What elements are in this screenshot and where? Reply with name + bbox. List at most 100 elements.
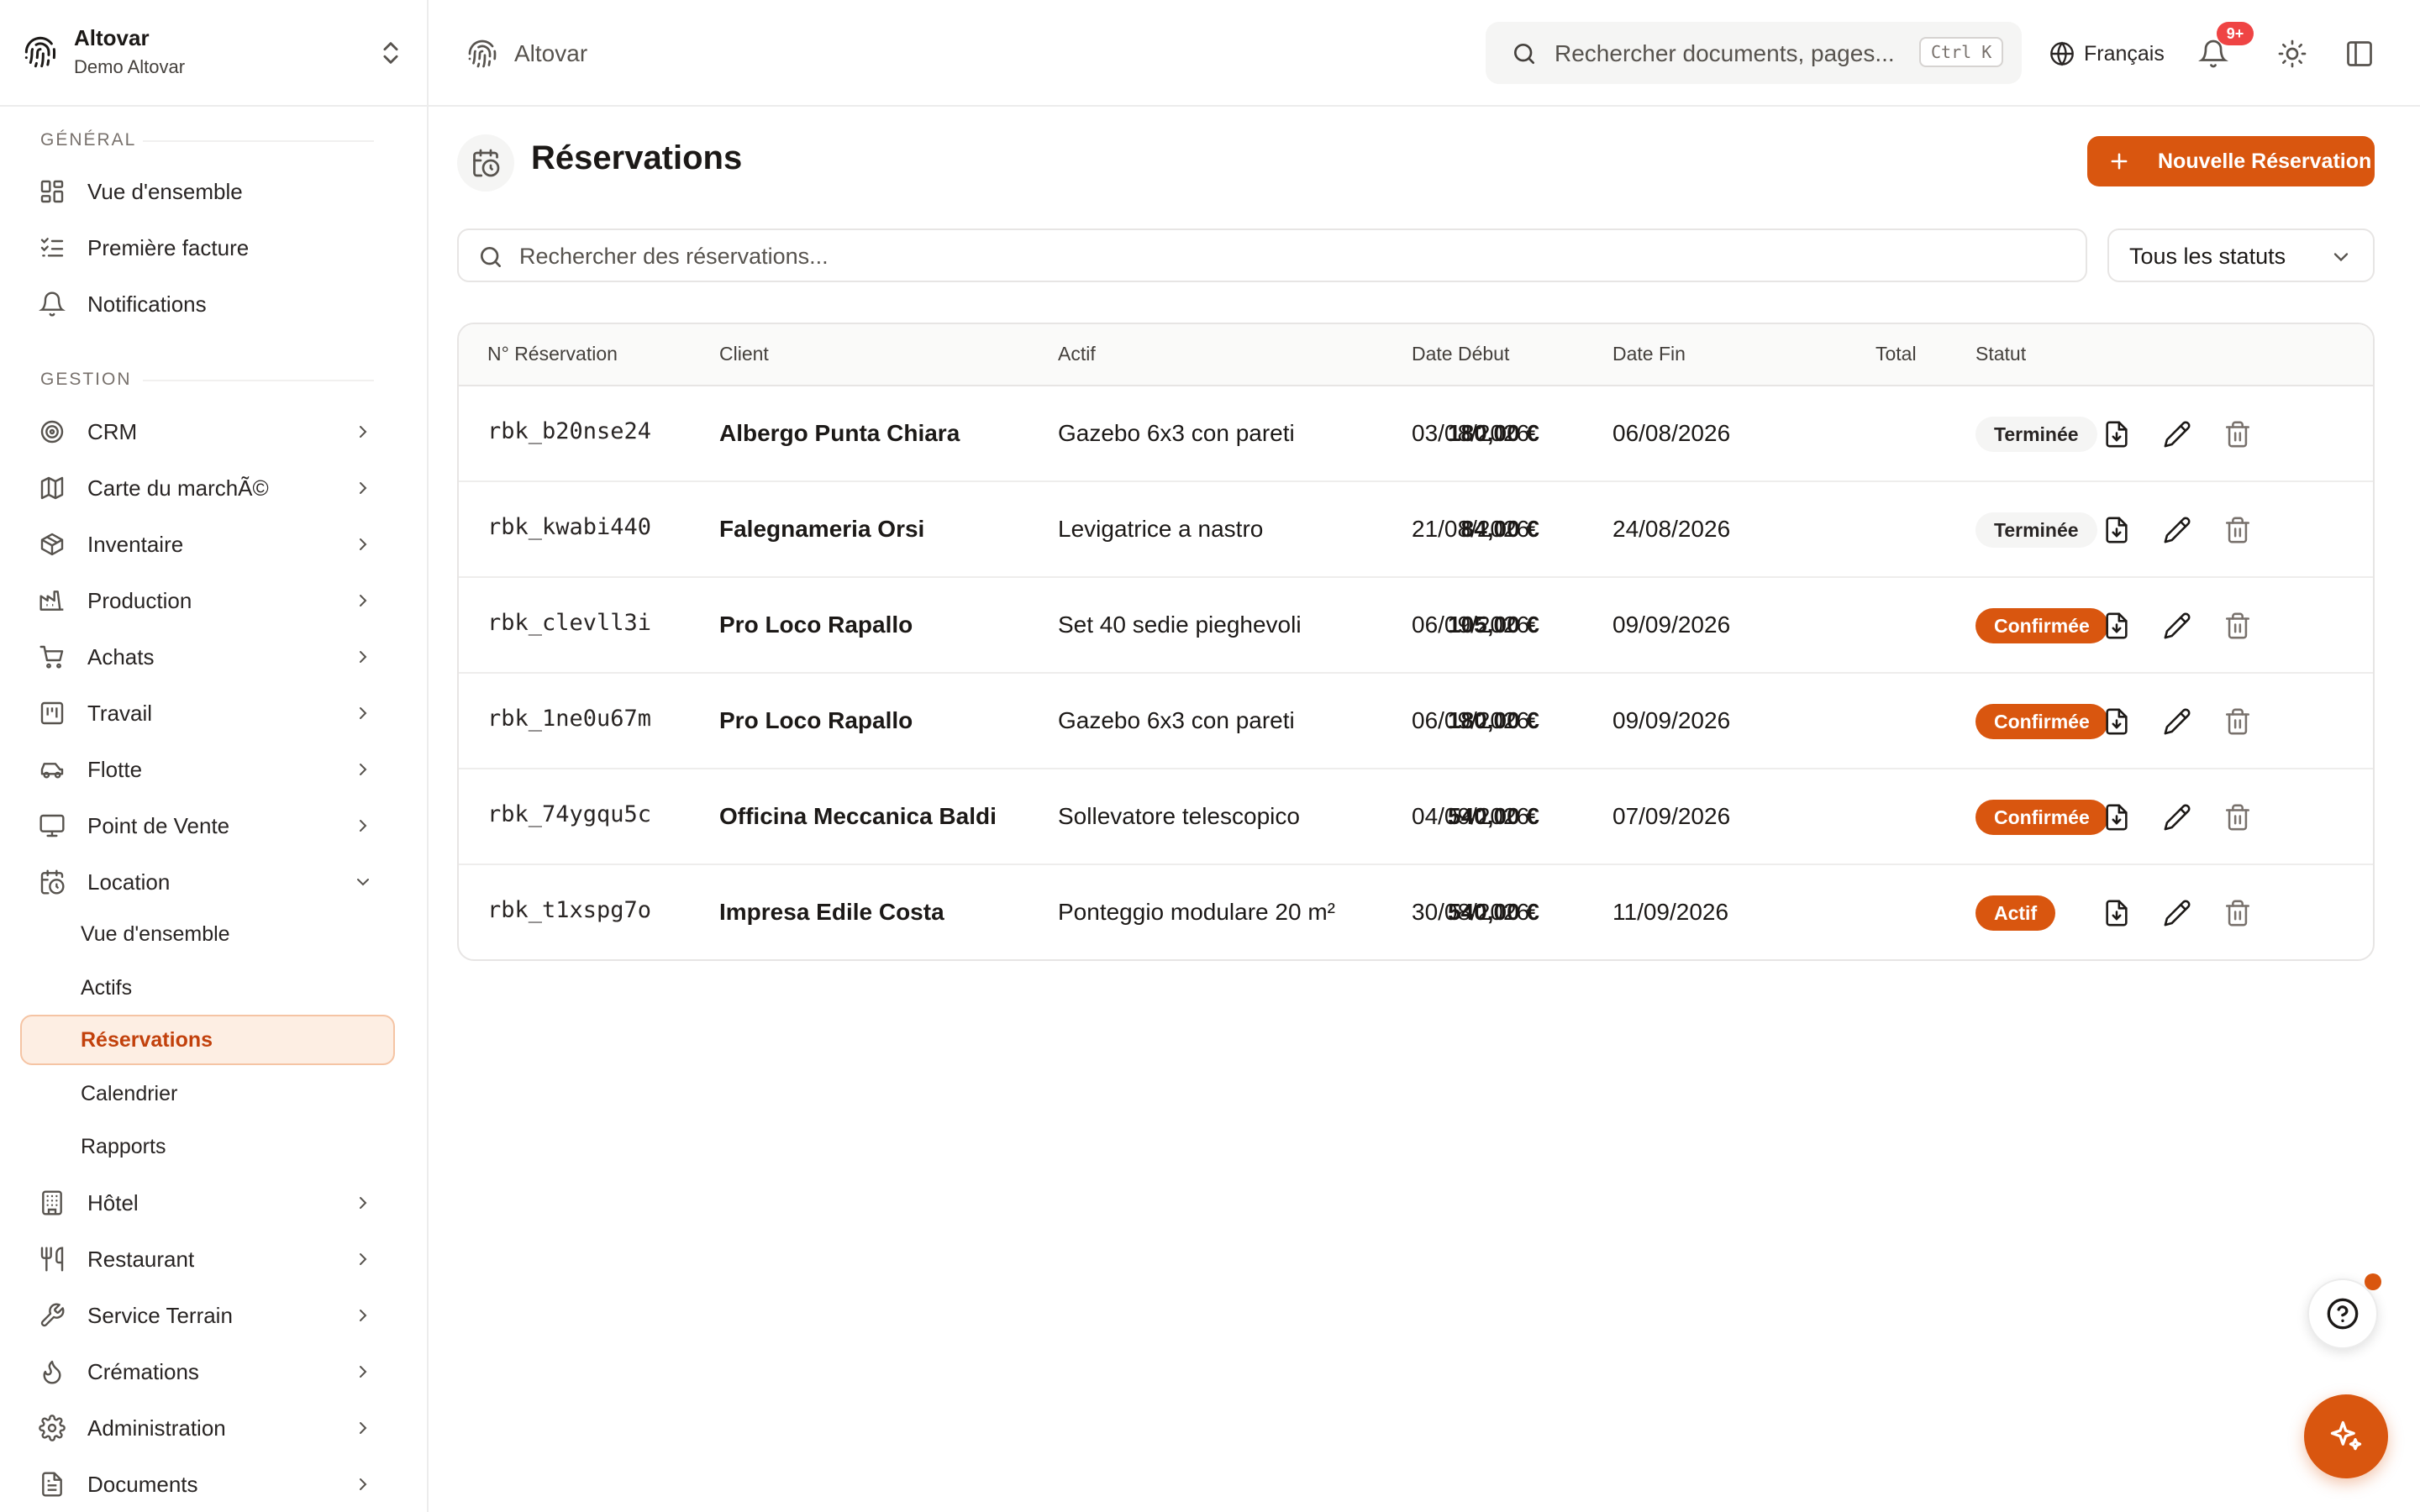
sidebar-item-restaurant[interactable]: Restaurant <box>20 1233 395 1285</box>
column-header-total[interactable]: Total <box>1876 343 1917 365</box>
pencil-icon[interactable] <box>2163 803 2191 832</box>
sidebar-subitem-label: Actifs <box>81 976 133 1000</box>
box-icon <box>39 531 66 558</box>
sidebar-item-point-of-sale[interactable]: Point de Vente <box>20 800 395 852</box>
trash-icon[interactable] <box>2223 803 2252 832</box>
table-row[interactable]: rbk_b20nse24 Albergo Punta Chiara Gazebo… <box>459 386 2373 482</box>
column-header-number[interactable]: N° Réservation <box>487 343 618 365</box>
status-badge: Terminée <box>1975 417 2097 452</box>
workspace-switcher[interactable]: Altovar Demo Altovar <box>0 0 427 107</box>
sidebar-item-production[interactable]: Production <box>20 575 395 627</box>
table-row[interactable]: rbk_74ygqu5c Officina Meccanica Baldi So… <box>459 769 2373 865</box>
cell-client: Officina Meccanica Baldi <box>719 803 997 829</box>
sidebar-item-crm[interactable]: CRM <box>20 406 395 458</box>
file-download-icon[interactable] <box>2102 612 2131 640</box>
pencil-icon[interactable] <box>2163 612 2191 640</box>
sidebar-item-work[interactable]: Travail <box>20 687 395 739</box>
sidebar-subitem-reservations[interactable]: Réservations <box>20 1015 395 1065</box>
reservations-search-input[interactable] <box>519 240 2032 272</box>
cell-asset: Ponteggio modulare 20 m² <box>1058 899 1335 925</box>
file-download-icon[interactable] <box>2102 707 2131 736</box>
pencil-icon[interactable] <box>2163 420 2191 449</box>
sidebar-item-location[interactable]: Location <box>20 856 395 908</box>
car-icon <box>39 756 66 783</box>
page-title: Réservations <box>531 139 743 176</box>
status-badge: Terminée <box>1975 512 2097 548</box>
new-reservation-button[interactable]: Nouvelle Réservation <box>2087 136 2375 186</box>
ai-assistant-button[interactable] <box>2304 1394 2388 1478</box>
cell-end-date: 09/09/2026 <box>1612 707 1731 733</box>
sun-icon[interactable] <box>2277 39 2307 69</box>
trash-icon[interactable] <box>2223 707 2252 736</box>
cell-end-date: 09/09/2026 <box>1612 612 1731 638</box>
file-download-icon[interactable] <box>2102 420 2131 449</box>
cell-asset: Gazebo 6x3 con pareti <box>1058 420 1295 446</box>
file-download-icon[interactable] <box>2102 516 2131 544</box>
sidebar-item-inventory[interactable]: Inventaire <box>20 518 395 570</box>
sidebar-item-notifications[interactable]: Notifications <box>20 278 395 330</box>
sidebar-item-hotel[interactable]: Hôtel <box>20 1177 395 1229</box>
file-download-icon[interactable] <box>2102 803 2131 832</box>
target-icon <box>39 418 66 445</box>
sidebar-item-first-invoice[interactable]: Première facture <box>20 222 395 274</box>
table-row[interactable]: rbk_clevll3i Pro Loco Rapallo Set 40 sed… <box>459 578 2373 674</box>
table-row[interactable]: rbk_1ne0u67m Pro Loco Rapallo Gazebo 6x3… <box>459 674 2373 769</box>
sidebar-item-documents[interactable]: Documents <box>20 1458 395 1510</box>
chevron-right-icon <box>353 1418 373 1438</box>
table-header: N° Réservation Client Actif Date Début D… <box>459 324 2373 386</box>
sidebar-item-fleet[interactable]: Flotte <box>20 743 395 795</box>
column-header-start-date[interactable]: Date Début <box>1412 343 1509 365</box>
chevron-down-icon <box>2333 253 2349 262</box>
sidebar: Altovar Demo Altovar GÉNÉRAL Vue d'ensem… <box>0 0 429 1512</box>
sidebar-subitem-reports[interactable]: Rapports <box>20 1121 395 1172</box>
sidebar-toggle-icon[interactable] <box>2344 39 2375 69</box>
pencil-icon[interactable] <box>2163 516 2191 544</box>
sidebar-item-cremations[interactable]: Crémations <box>20 1346 395 1398</box>
column-header-status[interactable]: Statut <box>1975 343 2026 365</box>
trash-icon[interactable] <box>2223 420 2252 449</box>
chevron-right-icon <box>353 478 373 498</box>
sidebar-item-administration[interactable]: Administration <box>20 1402 395 1454</box>
table-row[interactable]: rbk_kwabi440 Falegnameria Orsi Levigatri… <box>459 482 2373 578</box>
chevron-right-icon <box>353 759 373 780</box>
sidebar-item-label: Restaurant <box>87 1247 195 1272</box>
cell-reservation-id: rbk_1ne0u67m <box>487 706 652 732</box>
sidebar-subitem-label: Rapports <box>81 1135 166 1158</box>
sidebar-subitem-assets[interactable]: Actifs <box>20 963 395 1013</box>
trash-icon[interactable] <box>2223 516 2252 544</box>
sidebar-item-field-service[interactable]: Service Terrain <box>20 1289 395 1341</box>
status-filter-select[interactable]: Tous les statuts <box>2107 228 2375 282</box>
sidebar-subitem-calendar[interactable]: Calendrier <box>20 1068 395 1119</box>
help-circle-icon <box>2327 1298 2359 1330</box>
sidebar-item-label: Carte du marchÃ© <box>87 475 269 501</box>
sidebar-item-label: Crémations <box>87 1359 199 1384</box>
sidebar-item-label: Production <box>87 588 192 613</box>
help-notification-dot <box>2365 1273 2381 1290</box>
cell-end-date: 11/09/2026 <box>1612 899 1729 925</box>
help-button[interactable] <box>2307 1278 2378 1349</box>
notifications-count-badge: 9+ <box>2217 22 2254 45</box>
cell-client: Falegnameria Orsi <box>719 516 925 542</box>
chevron-right-icon <box>353 591 373 611</box>
pencil-icon[interactable] <box>2163 707 2191 736</box>
pencil-icon[interactable] <box>2163 899 2191 927</box>
sidebar-item-label: Documents <box>87 1472 198 1497</box>
column-header-client[interactable]: Client <box>719 343 769 365</box>
trash-icon[interactable] <box>2223 899 2252 927</box>
trash-icon[interactable] <box>2223 612 2252 640</box>
column-header-asset[interactable]: Actif <box>1058 343 1096 365</box>
sidebar-subitem-label: Calendrier <box>81 1082 178 1105</box>
sidebar-subitem-label: Réservations <box>81 1028 213 1052</box>
keyboard-shortcut: Ctrl K <box>1919 37 2004 67</box>
cell-total: 540,00 € <box>1448 899 1539 925</box>
column-header-end-date[interactable]: Date Fin <box>1612 343 1686 365</box>
sidebar-item-market-map[interactable]: Carte du marchÃ© <box>20 462 395 514</box>
reservations-search <box>457 228 2087 282</box>
sidebar-item-overview[interactable]: Vue d'ensemble <box>20 165 395 218</box>
global-search-placeholder: Rechercher documents, pages... <box>1555 40 1895 66</box>
sidebar-item-purchases[interactable]: Achats <box>20 631 395 683</box>
sidebar-subitem-overview[interactable]: Vue d'ensemble <box>20 909 395 959</box>
global-search[interactable]: Rechercher documents, pages... Ctrl K <box>1486 22 2022 84</box>
file-download-icon[interactable] <box>2102 899 2131 927</box>
table-row[interactable]: rbk_t1xspg7o Impresa Edile Costa Pontegg… <box>459 865 2373 959</box>
